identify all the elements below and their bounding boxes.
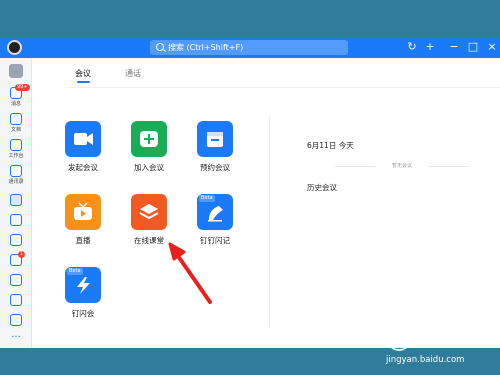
red-arrow-annotation [168, 242, 212, 304]
watermark-text: jingyan.baidu.com [386, 355, 465, 365]
svg-text:Bai経験: Bai経験 [415, 330, 472, 349]
